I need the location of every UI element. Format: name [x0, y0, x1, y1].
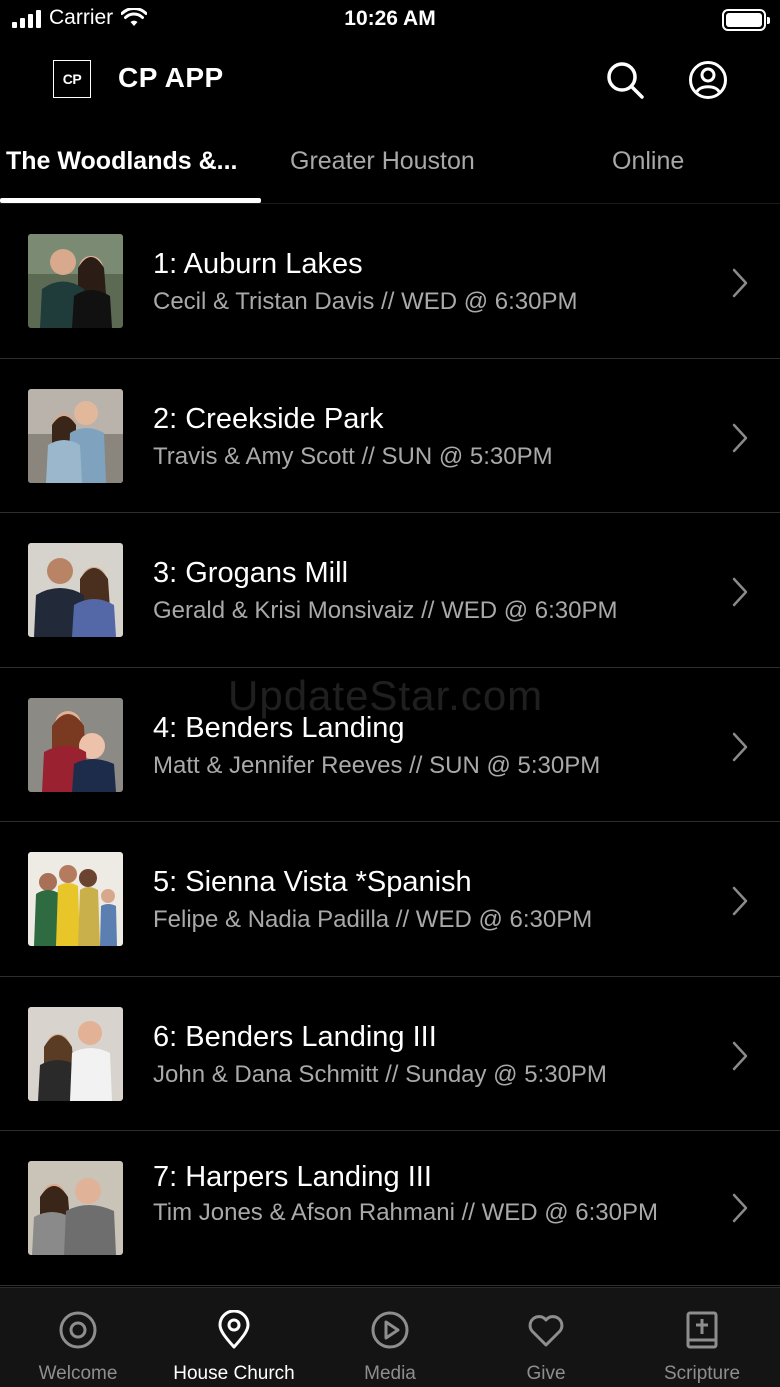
church-title: 2: Creekside Park: [153, 402, 384, 435]
church-title: 6: Benders Landing III: [153, 1020, 437, 1053]
heart-icon: [526, 1310, 566, 1350]
leader-photo: [28, 852, 123, 946]
tabbar-label: Media: [364, 1363, 416, 1384]
tab-online[interactable]: Online: [612, 147, 684, 176]
church-subtitle: Tim Jones & Afson Rahmani // WED @ 6:30P…: [153, 1199, 658, 1226]
tabbar-house-church[interactable]: House Church: [156, 1288, 312, 1387]
tabbar-scripture[interactable]: Scripture: [624, 1288, 780, 1387]
church-title: 4: Benders Landing: [153, 711, 405, 744]
church-title: 1: Auburn Lakes: [153, 248, 363, 280]
church-title: 3: Grogans Mill: [153, 557, 349, 589]
tab-the-woodlands[interactable]: The Woodlands &...: [6, 147, 237, 176]
status-time: 10:26 AM: [344, 7, 436, 30]
house-church-list: 1: Auburn Lakes Cecil & Tristan Davis //…: [0, 204, 780, 1286]
chevron-right-icon: [732, 732, 748, 761]
leader-photo: [28, 1006, 123, 1101]
tabbar-label: Scripture: [663, 1363, 741, 1384]
tabbar-label: Welcome: [38, 1363, 118, 1384]
church-subtitle: Matt & Jennifer Reeves // SUN @ 5:30PM: [153, 751, 601, 779]
bible-icon: [682, 1310, 722, 1350]
tabbar-label: House Church: [173, 1363, 295, 1384]
search-button[interactable]: [603, 58, 647, 102]
church-subtitle: Cecil & Tristan Davis // WED @ 6:30PM: [153, 288, 578, 315]
church-subtitle: Gerald & Krisi Monsivaiz // WED @ 6:30PM: [153, 597, 618, 624]
account-icon: [689, 61, 727, 99]
tab-greater-houston[interactable]: Greater Houston: [290, 147, 475, 176]
list-item[interactable]: 2: Creekside Park Travis & Amy Scott // …: [0, 359, 780, 513]
chevron-right-icon: [732, 268, 748, 298]
active-tab-indicator: [0, 198, 261, 203]
tabbar-label: Give: [526, 1363, 566, 1384]
chevron-right-icon: [732, 1193, 748, 1223]
list-item[interactable]: 4: Benders Landing Matt & Jennifer Reeve…: [0, 668, 780, 822]
target-icon: [58, 1310, 98, 1350]
chevron-right-icon: [732, 886, 748, 916]
account-button[interactable]: [686, 58, 730, 102]
status-bar: Carrier 10:26 AM: [0, 0, 780, 40]
chevron-right-icon: [732, 423, 748, 452]
church-title: 5: Sienna Vista *Spanish: [153, 866, 472, 898]
tabbar-welcome[interactable]: Welcome: [0, 1288, 156, 1387]
church-subtitle: Travis & Amy Scott // SUN @ 5:30PM: [153, 442, 553, 470]
tabbar-media[interactable]: Media: [312, 1288, 468, 1387]
app-logo: CP: [53, 60, 91, 98]
church-subtitle: John & Dana Schmitt // Sunday @ 5:30PM: [153, 1060, 607, 1088]
list-item[interactable]: 1: Auburn Lakes Cecil & Tristan Davis //…: [0, 204, 780, 359]
leader-photo: [28, 543, 123, 637]
list-item[interactable]: 7: Harpers Landing III Tim Jones & Afson…: [0, 1131, 780, 1286]
search-icon: [607, 62, 644, 99]
list-item[interactable]: 5: Sienna Vista *Spanish Felipe & Nadia …: [0, 822, 780, 977]
leader-photo: [28, 388, 123, 483]
location-pin-icon: [214, 1310, 254, 1350]
leader-photo: [28, 1161, 123, 1255]
chevron-right-icon: [732, 1041, 748, 1070]
chevron-right-icon: [732, 577, 748, 607]
play-circle-icon: [370, 1310, 410, 1350]
list-item[interactable]: 6: Benders Landing III John & Dana Schmi…: [0, 977, 780, 1131]
list-item[interactable]: 3: Grogans Mill Gerald & Krisi Monsivaiz…: [0, 513, 780, 668]
church-subtitle: Felipe & Nadia Padilla // WED @ 6:30PM: [153, 906, 593, 933]
church-title: 7: Harpers Landing III: [153, 1161, 432, 1193]
app-title: CP APP: [118, 62, 224, 93]
battery-icon: [722, 9, 770, 31]
tabbar-give[interactable]: Give: [468, 1288, 624, 1387]
app-header: CP CP APP: [0, 48, 780, 112]
bottom-tab-bar: Welcome House Church Media Give Scriptur…: [0, 1287, 780, 1387]
leader-photo: [28, 234, 123, 328]
location-tabs: The Woodlands &... Greater Houston Onlin…: [0, 130, 780, 204]
leader-photo: [28, 697, 123, 792]
